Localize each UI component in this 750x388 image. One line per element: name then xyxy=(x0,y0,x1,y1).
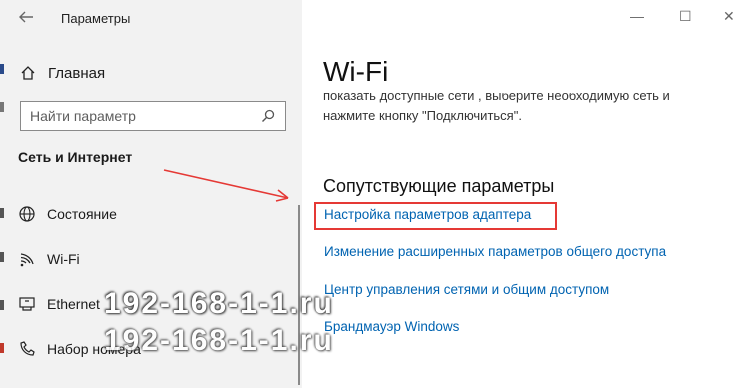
edge-icon xyxy=(0,343,4,353)
window-title: Параметры xyxy=(61,11,131,26)
minimize-button[interactable]: — xyxy=(630,8,644,24)
edge-icon xyxy=(0,252,4,262)
adapter-settings-link[interactable]: Настройка параметров адаптера xyxy=(324,207,531,222)
close-button[interactable]: ✕ xyxy=(723,8,735,25)
maximize-button[interactable]: ☐ xyxy=(679,8,692,25)
left-edge-strip xyxy=(0,0,4,388)
sidebar-item-label: Состояние xyxy=(47,206,117,222)
back-arrow-icon[interactable] xyxy=(17,8,35,26)
edge-icon xyxy=(0,64,4,74)
category-heading: Сеть и Интернет xyxy=(18,149,133,165)
phone-icon xyxy=(18,340,36,358)
network-center-link[interactable]: Центр управления сетями и общим доступом xyxy=(324,282,609,297)
wifi-icon xyxy=(18,250,36,268)
sidebar-item-wifi[interactable]: Wi-Fi xyxy=(18,247,80,271)
search-input[interactable]: Найти параметр xyxy=(20,101,286,131)
advanced-sharing-link[interactable]: Изменение расширенных параметров общего … xyxy=(324,244,666,259)
search-placeholder: Найти параметр xyxy=(30,108,136,124)
home-nav-item[interactable]: Главная xyxy=(20,61,105,85)
search-icon xyxy=(261,109,275,123)
related-settings-heading: Сопутствующие параметры xyxy=(323,176,555,196)
sidebar-item-ethernet[interactable]: Ethernet xyxy=(18,292,100,316)
globe-icon xyxy=(18,205,36,223)
sidebar-item-status[interactable]: Состояние xyxy=(18,202,117,226)
home-label: Главная xyxy=(48,64,106,82)
sidebar-item-label: Ethernet xyxy=(47,296,100,312)
description-line-2: нажмите кнопку "Подключиться". xyxy=(323,108,522,123)
firewall-link[interactable]: Брандмауэр Windows xyxy=(324,319,459,334)
watermark-text: 192-168-1-1.ru xyxy=(104,287,334,320)
annotation-arrow xyxy=(163,169,289,202)
sidebar-item-label: Wi-Fi xyxy=(47,251,80,267)
page-title: Wi-Fi xyxy=(323,56,389,87)
edge-icon xyxy=(0,300,4,310)
home-icon xyxy=(20,65,36,81)
edge-icon xyxy=(0,208,4,218)
ethernet-icon xyxy=(18,295,36,313)
edge-icon xyxy=(0,102,4,112)
watermark-text: 192-168-1-1.ru xyxy=(104,324,334,357)
